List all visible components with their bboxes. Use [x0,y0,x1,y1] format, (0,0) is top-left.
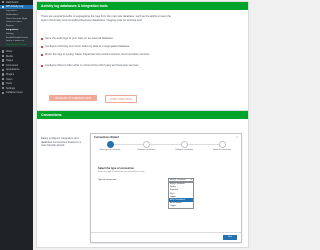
sidebar-item-label: Collapse menu [5,91,23,95]
feature-item: Store the audit logs of your sites on an… [41,37,181,41]
step-circle-icon [106,141,114,148]
plugins-icon [2,73,5,76]
wizard-step: Select type of connection [97,141,123,152]
sidebar-item-label: Appearance [5,68,20,72]
users-icon [2,77,5,81]
wizard-steps: Select type of connection Configure conn… [91,141,241,163]
sidebar-item-label: Plugins [5,72,15,76]
sidebar-item-label: Tools [5,82,12,86]
wizard-section-title: Select the type of connection [98,167,135,170]
feature-item: Mirror the logs to syslog, Slack, Papert… [41,53,181,57]
next-button[interactable]: Next [223,235,237,240]
media-icon [2,54,5,58]
step-label: Configure connection [137,149,155,152]
settings-icon [2,87,5,90]
card-header: Connections [37,111,248,119]
select-value: MySQL Database [170,178,186,181]
feature-text: Mirror the logs to syslog, Slack, Papert… [44,53,150,56]
collapse-icon [2,91,5,94]
connections-card: Connections Easily configure integration… [36,110,249,248]
wizard-step: Configure connection [171,141,197,152]
wizard-help-text: Select the type of connection you would … [98,171,145,173]
main-content: Activity log databases & integration too… [33,0,250,250]
comments-icon [2,64,5,67]
step-circle-icon [218,141,226,148]
posts-icon [2,50,5,53]
sidebar-item-label: Posts [5,49,13,53]
close-icon: × [236,135,238,140]
checkmark-icon [41,45,44,48]
free-trial-button[interactable]: START FREE TRIAL [105,95,137,103]
connection-type-options: MySQL Database Syslog Papertrail Slack Loggl… [168,181,194,209]
intro-text: There are several benefits to segregatin… [41,15,171,22]
sidebar-item-label: Media [5,54,13,58]
sidebar-item-label: Settings [5,86,16,90]
feature-item: Configure archiving and mirror older log… [41,45,181,49]
admin-sidebar: Dashboard WP Activity Log Log viewer Notifi… [0,0,33,250]
activity-log-databases-card: Activity log databases & integration too… [36,1,249,111]
step-circle-icon [142,141,150,148]
connection-type-label: Type of connection [98,179,117,181]
card-header: Activity log databases & integration too… [37,2,248,10]
connections-wizard-preview: Connections Wizard × Select type of conn… [90,133,242,243]
wizard-title: Connections Wizard [94,135,119,139]
sidebar-item-label: WP Activity Log [5,5,24,9]
wizard-step: Name the connection [209,141,235,152]
wizard-step: Configure connection [133,141,159,152]
sidebar-item-label: Users [5,77,13,81]
sidebar-item-collapse-menu[interactable]: Collapse menu [0,91,33,96]
feature-text: Store the audit logs of your sites on an… [44,37,113,40]
feature-text: Configure archiving and mirror older log… [44,45,130,48]
sidebar-item-label: Comments [5,63,19,67]
step-label: Name the connection [213,149,231,152]
step-label: Select type of connection [99,149,121,152]
checkmark-icon [41,64,44,67]
sidebar-item-label: Dashboard [5,0,19,4]
checkmark-icon [41,37,44,40]
feature-item: Configure filters to filter what is mirr… [41,64,181,68]
step-circle-icon [180,141,188,148]
activity-log-icon [2,5,5,9]
connection-type-option[interactable]: Loggly [169,205,193,208]
tools-icon [2,82,5,85]
dashboard-icon [2,1,5,4]
sidebar-item-label: Pages [5,59,14,63]
pages-icon [2,59,5,62]
step-label: Configure connection [175,149,193,152]
chevron-down-icon: ▾ [191,178,192,181]
connections-description: Easily configure integration and databas… [41,137,82,148]
checkmark-icon [41,53,44,56]
feature-text: Configure filters to filter what is mirr… [44,64,139,67]
appearance-icon [2,68,5,72]
upgrade-button[interactable]: UPGRADE TO PREMIUM NOW [49,95,97,101]
